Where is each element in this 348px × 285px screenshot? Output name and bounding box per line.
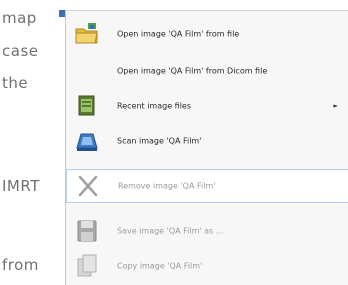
recent-files-icon — [74, 93, 100, 119]
menu-item-label: Save image 'QA Film' as ... — [117, 226, 224, 236]
background-word-case: case — [2, 42, 39, 60]
menu-item-label: Copy image 'QA Film' — [117, 261, 203, 271]
save-disk-icon — [74, 218, 100, 244]
menu-item-label: Recent image files — [117, 101, 192, 111]
menu-item-label: Remove image 'QA Film' — [118, 181, 216, 191]
open-folder-icon — [74, 21, 100, 47]
copy-icon — [74, 253, 100, 279]
menu-item-remove-image[interactable]: Remove image 'QA Film' — [66, 169, 348, 203]
context-menu: Open image 'QA Film' from file Open imag… — [65, 10, 348, 285]
menu-item-recent-image-files[interactable]: Recent image files ► — [66, 89, 348, 123]
menu-item-label: Open image 'QA Film' from file — [117, 29, 240, 39]
menu-item-label: Open image 'QA Film' from Dicom file — [117, 66, 268, 76]
menu-item-open-from-file[interactable]: Open image 'QA Film' from file — [66, 15, 348, 53]
background-word-from: from — [2, 256, 39, 274]
background-word-the: the — [2, 74, 29, 92]
menu-item-save-image-as[interactable]: Save image 'QA Film' as ... — [66, 213, 348, 249]
menu-item-label: Scan image 'QA Film' — [117, 136, 202, 146]
remove-x-icon — [75, 173, 101, 199]
menu-item-copy-image[interactable]: Copy image 'QA Film' — [66, 249, 348, 283]
background-word-imrt: IMRT — [2, 177, 40, 195]
menu-item-scan-image[interactable]: Scan image 'QA Film' — [66, 123, 348, 159]
submenu-arrow-icon: ► — [333, 102, 338, 110]
scanner-icon — [74, 128, 100, 154]
menu-item-open-from-dicom[interactable]: Open image 'QA Film' from Dicom file — [66, 53, 348, 89]
background-word-map: map — [2, 9, 37, 27]
